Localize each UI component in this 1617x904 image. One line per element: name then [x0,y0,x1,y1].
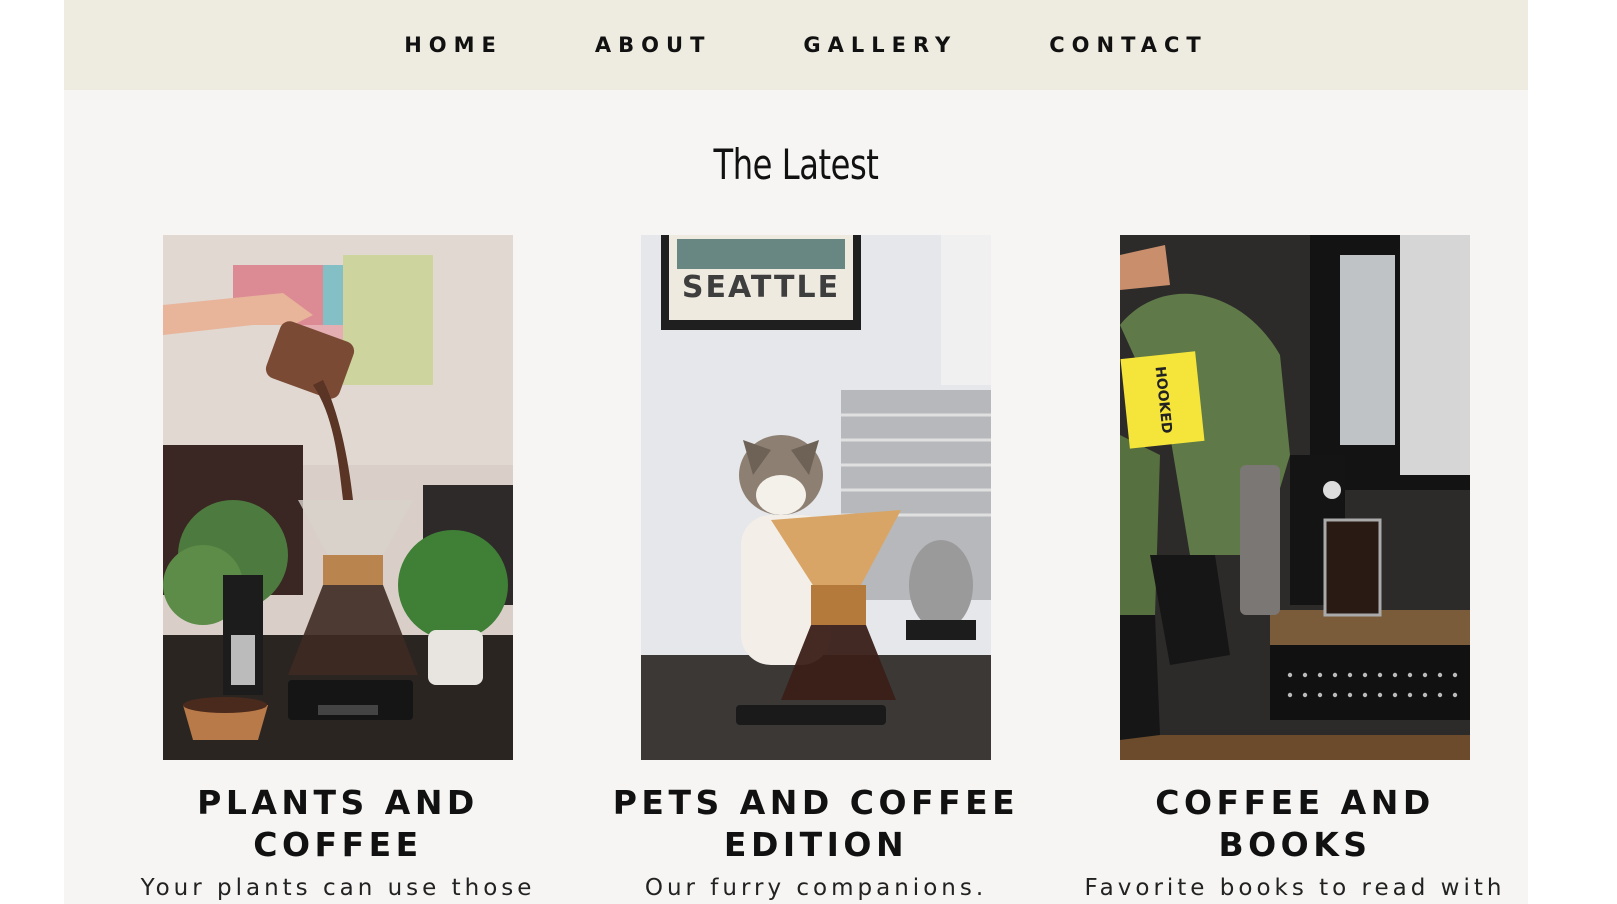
card-description: Our furry companions. [644,875,988,901]
post-card-books[interactable]: HOOKED COFFEE AND BOOKS Favorite books t… [1075,235,1515,904]
card-title[interactable]: COFFEE AND BOOKS [1075,782,1515,866]
nav-home-link[interactable]: HOME [404,33,503,57]
card-title[interactable]: PLANTS AND COFFEE [118,782,558,866]
nav-contact-link[interactable]: CONTACT [1049,33,1208,57]
nav-about-link[interactable]: ABOUT [595,33,712,57]
card-description: Favorite books to read with coffee. [1084,875,1506,901]
page-container: HOME ABOUT GALLERY CONTACT The Latest PL… [64,0,1528,904]
coffee-books-image[interactable]: HOOKED [1120,235,1470,760]
nav-links: HOME ABOUT GALLERY CONTACT [358,33,1254,57]
card-description: Your plants can use those grinds. [140,875,536,901]
nav-gallery-link[interactable]: GALLERY [803,33,957,57]
top-navigation: HOME ABOUT GALLERY CONTACT [64,0,1528,90]
cat-coffee-image[interactable]: SEATTLE [641,235,991,760]
card-title[interactable]: PETS AND COFFEE EDITION [596,782,1036,866]
poster-text: SEATTLE [682,270,840,305]
post-card-pets[interactable]: SEATTLE PETS AND COFFEE EDITION Our furr… [596,235,1036,904]
page-title: The Latest [713,140,879,189]
post-card-plants[interactable]: PLANTS AND COFFEE Your plants can use th… [118,235,558,904]
coffee-plants-image[interactable] [163,235,513,760]
